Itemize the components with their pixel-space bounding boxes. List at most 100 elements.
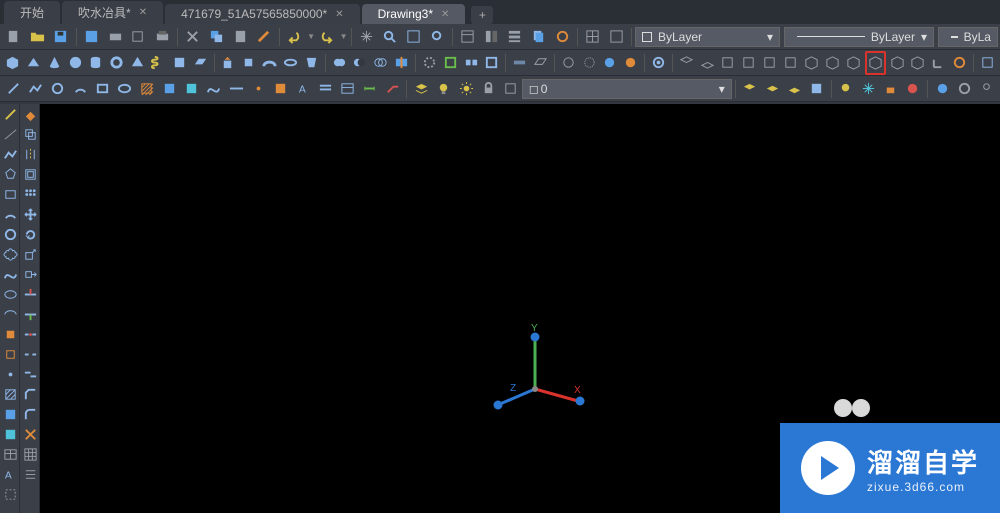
lineweight-control-dropdown[interactable]: ByLa bbox=[938, 27, 998, 47]
sun-icon[interactable] bbox=[456, 78, 476, 100]
dimension-icon[interactable] bbox=[360, 78, 380, 100]
view-nw-icon[interactable] bbox=[865, 51, 886, 75]
revision-cloud-tool-icon[interactable] bbox=[0, 244, 20, 264]
tab-doc-1[interactable]: 吹水冶具* ✕ bbox=[62, 1, 163, 24]
region2-icon[interactable] bbox=[181, 78, 201, 100]
gradient2-icon[interactable] bbox=[159, 78, 179, 100]
text2-icon[interactable]: A bbox=[293, 78, 313, 100]
list-tool-icon[interactable] bbox=[20, 464, 40, 484]
intersect-icon[interactable] bbox=[371, 52, 390, 74]
table-icon[interactable] bbox=[582, 26, 604, 48]
freeze-icon[interactable] bbox=[858, 78, 878, 100]
mtext-tool-icon[interactable]: A bbox=[0, 464, 20, 484]
bulb-on-icon[interactable] bbox=[434, 78, 454, 100]
close-icon[interactable]: ✕ bbox=[441, 9, 449, 20]
line-tool-icon[interactable] bbox=[0, 104, 20, 124]
orbit-icon[interactable] bbox=[649, 52, 668, 74]
view-front-icon[interactable] bbox=[760, 52, 779, 74]
xline2-icon[interactable] bbox=[226, 78, 246, 100]
break-tool-icon[interactable] bbox=[20, 344, 40, 364]
view-top-icon[interactable] bbox=[677, 52, 696, 74]
zoom-icon[interactable] bbox=[426, 26, 448, 48]
layer-color-icon[interactable] bbox=[500, 78, 520, 100]
copy-icon[interactable] bbox=[206, 26, 228, 48]
paste-icon[interactable] bbox=[229, 26, 251, 48]
ellipse-tool-icon[interactable] bbox=[0, 284, 20, 304]
hatch-tool-icon[interactable] bbox=[0, 384, 20, 404]
mtext2-icon[interactable] bbox=[315, 78, 335, 100]
render-icon[interactable] bbox=[932, 78, 952, 100]
table2-icon[interactable] bbox=[337, 78, 357, 100]
spline2-icon[interactable] bbox=[204, 78, 224, 100]
color-control-dropdown[interactable]: ByLayer ▾ bbox=[635, 27, 780, 47]
fillet-tool-icon[interactable] bbox=[20, 404, 40, 424]
polygon-tool-icon[interactable] bbox=[0, 164, 20, 184]
section-plane-icon[interactable] bbox=[510, 52, 529, 74]
view-right-icon[interactable] bbox=[739, 52, 758, 74]
move-tool-icon[interactable] bbox=[20, 204, 40, 224]
lock-icon[interactable] bbox=[478, 78, 498, 100]
leader-icon[interactable] bbox=[382, 78, 402, 100]
line-icon[interactable] bbox=[3, 78, 23, 100]
scale-tool-icon[interactable] bbox=[20, 244, 40, 264]
mirror-tool-icon[interactable] bbox=[20, 144, 40, 164]
markup-icon[interactable] bbox=[551, 26, 573, 48]
linetype-control-dropdown[interactable]: ByLayer ▾ bbox=[784, 27, 934, 47]
dropdown-arrow-icon[interactable]: ▼ bbox=[340, 32, 348, 41]
sweep-icon[interactable] bbox=[260, 52, 279, 74]
pan-icon[interactable] bbox=[356, 26, 378, 48]
arc2-icon[interactable] bbox=[70, 78, 90, 100]
rectangle-tool-icon[interactable] bbox=[0, 184, 20, 204]
trim-tool-icon[interactable] bbox=[20, 284, 40, 304]
dropdown-arrow-icon[interactable]: ▼ bbox=[307, 32, 315, 41]
chamfer-tool-icon[interactable] bbox=[20, 384, 40, 404]
open-icon[interactable] bbox=[27, 26, 49, 48]
revolve-icon[interactable] bbox=[281, 52, 300, 74]
extrude-icon[interactable] bbox=[218, 52, 237, 74]
plot-preview-icon[interactable] bbox=[128, 26, 150, 48]
flatten-icon[interactable] bbox=[531, 52, 550, 74]
xline-tool-icon[interactable] bbox=[0, 124, 20, 144]
pline-tool-icon[interactable] bbox=[0, 144, 20, 164]
subtract-icon[interactable] bbox=[350, 52, 369, 74]
ellipse2-icon[interactable] bbox=[114, 78, 134, 100]
layer-state-dropdown[interactable]: ◻ 0 ▾ bbox=[522, 79, 732, 99]
match-prop-icon[interactable] bbox=[253, 26, 275, 48]
drawing-object[interactable] bbox=[640, 279, 655, 294]
point2-icon[interactable] bbox=[248, 78, 268, 100]
layer-make-current-icon[interactable] bbox=[740, 78, 760, 100]
imprint-icon[interactable] bbox=[441, 52, 460, 74]
save-icon[interactable] bbox=[50, 26, 72, 48]
layer-props-icon[interactable] bbox=[411, 78, 431, 100]
view-ne-icon[interactable] bbox=[844, 52, 863, 74]
erase-tool-icon[interactable] bbox=[20, 104, 40, 124]
separate-solids-icon[interactable] bbox=[462, 52, 481, 74]
union-icon[interactable] bbox=[330, 52, 349, 74]
view-sw-icon[interactable] bbox=[802, 52, 821, 74]
lock2-icon[interactable] bbox=[880, 78, 900, 100]
shell-icon[interactable] bbox=[482, 52, 501, 74]
view-se-icon[interactable] bbox=[823, 52, 842, 74]
layer-iso-icon[interactable] bbox=[784, 78, 804, 100]
visual-style-realistic-icon[interactable] bbox=[601, 52, 620, 74]
polyline-icon[interactable] bbox=[25, 78, 45, 100]
box-icon[interactable] bbox=[3, 52, 22, 74]
close-icon[interactable]: ✕ bbox=[139, 7, 147, 18]
layer-off-icon[interactable] bbox=[807, 78, 827, 100]
publish-icon[interactable] bbox=[152, 26, 174, 48]
bulb2-icon[interactable] bbox=[836, 78, 856, 100]
view-left-icon[interactable] bbox=[719, 52, 738, 74]
view-bottom-icon[interactable] bbox=[698, 52, 717, 74]
circle-tool-icon[interactable] bbox=[0, 224, 20, 244]
rectangle2-icon[interactable] bbox=[92, 78, 112, 100]
arc-tool-icon[interactable] bbox=[0, 204, 20, 224]
layer-delete-icon[interactable] bbox=[903, 78, 923, 100]
circle2-icon[interactable] bbox=[48, 78, 68, 100]
sheet-set-icon[interactable] bbox=[528, 26, 550, 48]
save-as-icon[interactable] bbox=[81, 26, 103, 48]
extend-tool-icon[interactable] bbox=[20, 304, 40, 324]
properties-icon[interactable] bbox=[457, 26, 479, 48]
copy-tool-icon[interactable] bbox=[20, 124, 40, 144]
drawing-canvas[interactable]: Y X Z 溜溜自学 zixue.3d66.com bbox=[40, 104, 1000, 513]
join-tool-icon[interactable] bbox=[20, 364, 40, 384]
